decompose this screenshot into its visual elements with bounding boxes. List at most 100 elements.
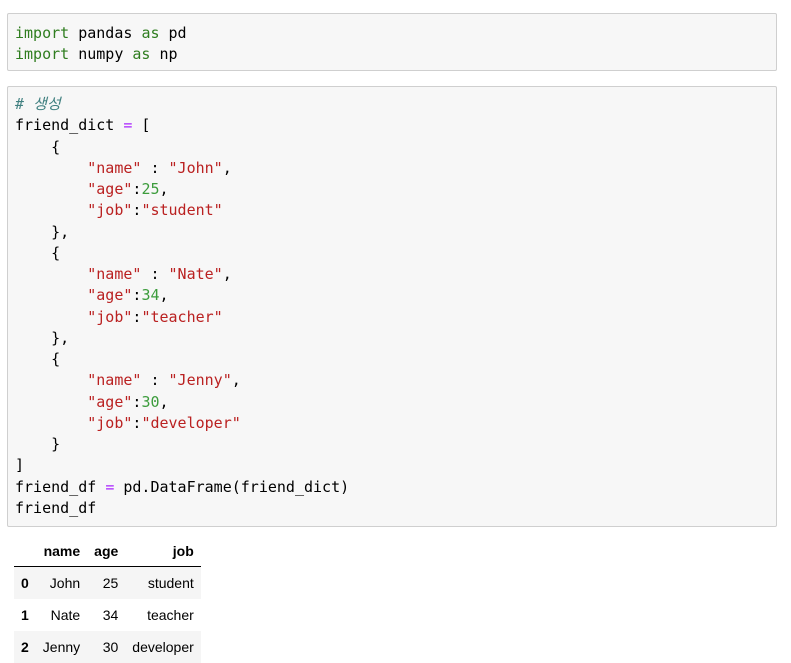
- code-text: },: [15, 328, 70, 347]
- code-text: ,: [159, 180, 169, 198]
- code-line: # 생성: [15, 94, 349, 115]
- code-line: "name" : "Nate",: [15, 264, 349, 285]
- keyword-token: as: [141, 24, 160, 42]
- index-header: [14, 536, 36, 567]
- comment-token: # 생성: [15, 95, 61, 113]
- code-text: pd: [159, 24, 187, 42]
- column-header: age: [87, 536, 126, 567]
- code-text: ,: [231, 371, 241, 390]
- code-line: "age":34,: [15, 285, 349, 306]
- cell-job: student: [147, 575, 194, 591]
- output-area: name age job 0 John 25 student 1 Nate 34…: [14, 536, 201, 663]
- code-line: friend_dict = [: [15, 115, 349, 136]
- string-token: "age": [87, 180, 133, 198]
- code-text: ,: [159, 286, 169, 305]
- code-line: friend_df = pd.DataFrame(friend_dict): [15, 477, 349, 498]
- code-line: },: [15, 328, 349, 349]
- code-text: friend_dict: [15, 116, 124, 135]
- code-text: {: [15, 243, 61, 262]
- code-text: ,: [222, 265, 232, 283]
- dataframe-table: name age job 0 John 25 student 1 Nate 34…: [14, 536, 201, 663]
- number-token: 25: [141, 180, 160, 198]
- code-text: {: [15, 350, 61, 368]
- row-index: 2: [21, 639, 29, 655]
- string-token: "student": [141, 201, 223, 220]
- code-text: np: [150, 45, 178, 64]
- code-line: import pandas as pd: [15, 23, 187, 44]
- code-line: }: [15, 434, 349, 455]
- cell-age: 25: [102, 575, 119, 591]
- cell-job: teacher: [147, 607, 194, 623]
- cell-name: Jenny: [42, 639, 81, 655]
- code-text: pandas: [69, 24, 142, 42]
- string-token: "age": [87, 286, 133, 305]
- code-text: friend_df: [15, 498, 97, 517]
- cell-name: John: [49, 575, 81, 591]
- table-row: 2 Jenny 30 developer: [14, 631, 201, 663]
- string-token: "job": [87, 413, 133, 432]
- number-token: 34: [141, 286, 160, 305]
- code-text: ,: [222, 158, 232, 177]
- code-text: friend_df: [15, 477, 106, 496]
- string-token: "John": [168, 158, 223, 177]
- row-index: 1: [21, 607, 29, 623]
- code-text: ,: [159, 392, 169, 411]
- code-text: }: [15, 435, 61, 453]
- code-line: {: [15, 349, 349, 370]
- string-token: "name": [87, 371, 142, 390]
- code-editor[interactable]: # 생성 friend_dict = [ { "name" : "John", "…: [15, 94, 349, 519]
- code-text: :: [141, 158, 169, 177]
- cell-job: developer: [132, 639, 194, 655]
- column-header: name: [35, 536, 88, 567]
- code-line: friend_df: [15, 498, 349, 519]
- number-token: 30: [141, 392, 160, 411]
- code-cell-imports[interactable]: import pandas as pd import numpy as np: [7, 13, 777, 71]
- cell-name: Nate: [50, 607, 81, 623]
- code-text: },: [15, 222, 70, 241]
- code-line: "name" : "Jenny",: [15, 370, 349, 391]
- table-row: 1 Nate 34 teacher: [14, 599, 201, 631]
- keyword-token: import: [15, 24, 70, 42]
- code-cell-dataframe[interactable]: # 생성 friend_dict = [ { "name" : "John", "…: [7, 86, 777, 527]
- code-line: "job":"teacher": [15, 307, 349, 328]
- code-text: [: [132, 116, 151, 135]
- code-line: {: [15, 243, 349, 264]
- cell-age: 34: [102, 607, 119, 623]
- code-line: "job":"student": [15, 200, 349, 221]
- code-line: ]: [15, 455, 349, 476]
- row-index: 0: [21, 575, 29, 591]
- string-token: "developer": [141, 413, 241, 432]
- table-header-row: name age job: [14, 536, 201, 567]
- code-text: pd.DataFrame(friend_dict): [114, 477, 350, 496]
- table-row: 0 John 25 student: [14, 566, 201, 599]
- cell-age: 30: [102, 639, 119, 655]
- code-text: :: [141, 371, 169, 390]
- code-text: numpy: [69, 45, 133, 64]
- code-line: },: [15, 222, 349, 243]
- code-line: {: [15, 137, 349, 158]
- string-token: "name": [87, 158, 142, 177]
- keyword-token: as: [132, 45, 151, 64]
- string-token: "name": [87, 265, 142, 283]
- operator-token: =: [105, 477, 115, 496]
- code-line: "job":"developer": [15, 413, 349, 434]
- string-token: "Nate": [168, 265, 223, 283]
- code-text: ]: [15, 456, 25, 475]
- code-line: "age":30,: [15, 392, 349, 413]
- string-token: "Jenny": [168, 371, 232, 390]
- string-token: "job": [87, 201, 133, 220]
- code-text: :: [141, 265, 169, 283]
- code-editor[interactable]: import pandas as pd import numpy as np: [15, 23, 187, 66]
- code-text: {: [15, 137, 61, 156]
- code-line: "age":25,: [15, 179, 349, 200]
- code-line: import numpy as np: [15, 44, 187, 65]
- string-token: "age": [87, 392, 133, 411]
